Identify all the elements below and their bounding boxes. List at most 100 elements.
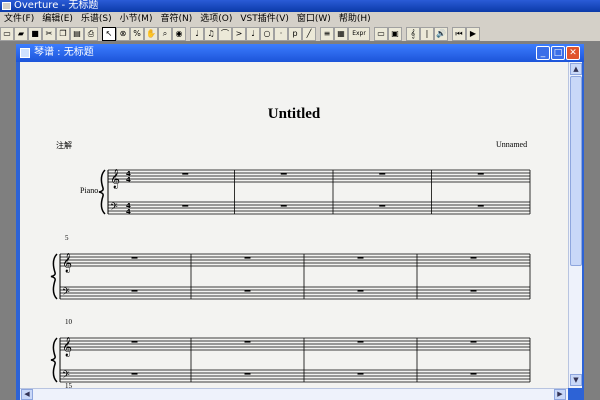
- piano-brace: [50, 253, 58, 300]
- slur-button[interactable]: ⌒: [218, 27, 232, 41]
- piano-brace: [98, 169, 106, 215]
- rewind-button[interactable]: ⏮: [452, 27, 466, 41]
- zoom-icon: ⌕: [162, 29, 168, 38]
- whole-rest: [244, 373, 251, 375]
- tie-button[interactable]: ╱: [302, 27, 316, 41]
- copy-button[interactable]: ❐: [56, 27, 70, 41]
- whole-rest: [131, 341, 138, 343]
- paste-button[interactable]: ▤: [70, 27, 84, 41]
- bass-clef: 𝄢: [110, 201, 118, 215]
- print-button[interactable]: ⎙: [84, 27, 98, 41]
- whole-rest: [357, 257, 364, 259]
- speaker-icon: 🔊: [436, 29, 446, 38]
- score-window-title: 琴谱 : 无标题: [34, 47, 94, 58]
- copy-icon: ❐: [59, 29, 67, 38]
- dynamic-button[interactable]: p: [288, 27, 302, 41]
- grid-button[interactable]: ▦: [334, 27, 348, 41]
- percent-button[interactable]: %: [130, 27, 144, 41]
- scroll-thumb[interactable]: [570, 76, 582, 266]
- box-icon: ▭: [377, 29, 385, 38]
- close-button[interactable]: ✕: [566, 46, 580, 60]
- menu-item[interactable]: 选项(O): [196, 12, 236, 26]
- whole-rest: [280, 205, 287, 207]
- menu-item[interactable]: 文件(F): [0, 12, 38, 26]
- save-button[interactable]: ■: [28, 27, 42, 41]
- play-button[interactable]: ▶: [466, 27, 480, 41]
- menu-item[interactable]: 编辑(E): [38, 12, 77, 26]
- whole-rest: [357, 373, 364, 375]
- scroll-right-button[interactable]: ▶: [554, 389, 566, 400]
- save-icon: ■: [31, 29, 39, 38]
- whole-rest: [280, 173, 287, 175]
- menu-item[interactable]: VST插件(V): [236, 12, 293, 26]
- menu-item[interactable]: 乐谱(S): [77, 12, 116, 26]
- whole-rest: [477, 173, 484, 175]
- color-button[interactable]: ◉: [172, 27, 186, 41]
- new-button[interactable]: ▭: [0, 27, 14, 41]
- whole-rest: [244, 290, 251, 292]
- cut-button[interactable]: ✂: [42, 27, 56, 41]
- accent-button[interactable]: >: [232, 27, 246, 41]
- percent-icon: %: [133, 29, 141, 38]
- whole-rest: [182, 205, 189, 207]
- erase-button[interactable]: ⊗: [116, 27, 130, 41]
- scroll-down-button[interactable]: ▼: [570, 374, 582, 386]
- menu-item[interactable]: 小节(M): [116, 12, 157, 26]
- whole-note-button[interactable]: ○: [260, 27, 274, 41]
- speaker-button[interactable]: 🔊: [434, 27, 448, 41]
- hand-button[interactable]: ✋: [144, 27, 158, 41]
- menu-item[interactable]: 音符(N): [156, 12, 196, 26]
- cut-icon: ✂: [45, 29, 53, 38]
- app-title: Overture - 无标题: [14, 0, 99, 11]
- grid-icon: ▦: [337, 29, 345, 38]
- stem-note-icon: ♩: [251, 29, 255, 38]
- select-arrow-icon: ↖: [105, 29, 113, 38]
- score-window: 琴谱 : 无标题 _ □ ✕ Untitled 注解 Unnamed Piano…: [16, 44, 584, 400]
- whole-rest: [182, 173, 189, 175]
- minimize-button[interactable]: _: [536, 46, 550, 60]
- whole-rest: [244, 341, 251, 343]
- box-button[interactable]: ▭: [374, 27, 388, 41]
- vertical-scrollbar[interactable]: ▲ ▼: [568, 62, 582, 388]
- whole-rest: [470, 373, 477, 375]
- score-page[interactable]: Untitled 注解 Unnamed Piano 5 10 15 𝄞 𝄢 4 4 4 4…: [20, 62, 568, 388]
- whole-rest: [357, 290, 364, 292]
- beams-button[interactable]: ≡: [320, 27, 334, 41]
- menubar: 文件(F) 编辑(E) 乐谱(S) 小节(M) 音符(N) 选项(O) VST插件(V) 窗口…: [0, 12, 600, 26]
- treble-clef: 𝄞: [110, 169, 120, 189]
- whole-rest: [357, 341, 364, 343]
- select-arrow-button[interactable]: ↖: [102, 27, 116, 41]
- app-titlebar: Overture - 无标题: [0, 0, 600, 12]
- play-icon: ▶: [469, 29, 477, 38]
- treble-clef-button[interactable]: 𝄞: [406, 27, 420, 41]
- zoom-button[interactable]: ⌕: [158, 27, 172, 41]
- menu-item[interactable]: 窗口(W): [293, 12, 335, 26]
- horizontal-scrollbar[interactable]: ◀ ▶: [20, 388, 568, 400]
- expression-icon: Expr: [352, 30, 366, 37]
- maximize-button[interactable]: □: [551, 46, 565, 60]
- whole-rest: [477, 205, 484, 207]
- whole-rest: [470, 290, 477, 292]
- scroll-left-button[interactable]: ◀: [21, 389, 33, 400]
- score-window-titlebar[interactable]: 琴谱 : 无标题: [16, 44, 584, 62]
- open-button[interactable]: ▰: [14, 27, 28, 41]
- stem-note-button[interactable]: ♩: [246, 27, 260, 41]
- barline-button[interactable]: |: [420, 27, 434, 41]
- toolbar: ▭ ▰ ■ ✂ ❐ ▤ ⎙ ↖ ⊗% ✋ ⌕ ◉ ♩ ♫ ⌒ > ♩ ○ · p ╱ ≡ ▦ Expr ▭ ▣ 𝄞 | 🔊 ⏮ ▶: [0, 26, 600, 42]
- eighth-notes-icon: ♫: [207, 29, 215, 38]
- accent-icon: >: [235, 29, 243, 38]
- open-icon: ▰: [17, 29, 25, 38]
- eighth-notes-button[interactable]: ♫: [204, 27, 218, 41]
- menu-item[interactable]: 帮助(H): [335, 12, 375, 26]
- quarter-note-button[interactable]: ♩: [190, 27, 204, 41]
- dot-button[interactable]: ·: [274, 27, 288, 41]
- expression-button[interactable]: Expr: [348, 27, 370, 41]
- whole-rest: [131, 257, 138, 259]
- whole-rest: [470, 341, 477, 343]
- scroll-up-button[interactable]: ▲: [570, 63, 582, 75]
- print-icon: ⎙: [87, 29, 95, 38]
- erase-icon: ⊗: [119, 29, 127, 38]
- score-staves[interactable]: 𝄞𝄢4444𝄞𝄢𝄞𝄢: [20, 62, 568, 388]
- tie-icon: ╱: [306, 29, 312, 38]
- disk-button[interactable]: ▣: [388, 27, 402, 41]
